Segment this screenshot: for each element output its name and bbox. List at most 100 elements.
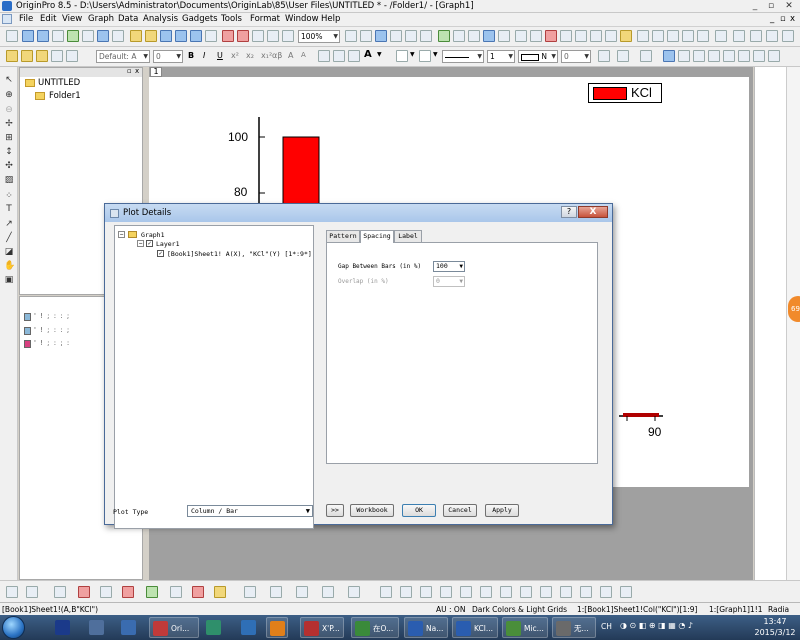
menu-edit[interactable]: Edit	[40, 14, 56, 24]
screen-reader-icon[interactable]: ⊞	[4, 133, 14, 143]
draw-data-icon[interactable]: ▨	[4, 175, 14, 185]
language-indicator[interactable]: CH	[601, 622, 612, 631]
menu-tools[interactable]: Tools	[221, 14, 242, 24]
taskbar-app6[interactable]	[238, 617, 260, 638]
open-excel-icon[interactable]	[160, 30, 172, 42]
greek-button[interactable]: αβ	[272, 51, 282, 60]
fill-color-icon[interactable]	[396, 50, 408, 62]
line-plot-icon[interactable]	[693, 50, 705, 62]
tree-plot[interactable]: [Book1]Sheet1! A(X), "KCl"(Y) [1*:9*]	[167, 250, 312, 258]
new-workbook-icon[interactable]	[22, 30, 34, 42]
font-select[interactable]: Default: A ▼	[96, 50, 150, 63]
arrow-tool-icon[interactable]: ↗	[4, 219, 14, 229]
symbol-size-select[interactable]: 0 ▼	[561, 50, 591, 63]
child-close-icon[interactable]: x	[790, 14, 795, 24]
taskbar-app5[interactable]	[203, 617, 225, 638]
open-icon[interactable]	[130, 30, 142, 42]
hand-tool-icon[interactable]: ✋	[4, 261, 15, 271]
ungroup-objects-icon[interactable]	[460, 586, 472, 598]
add-app-icon[interactable]	[515, 30, 527, 42]
ungroup-icon[interactable]	[617, 50, 629, 62]
gap-combo[interactable]: 100 ▼	[433, 261, 465, 272]
line-tool-icon[interactable]: ╱	[4, 233, 14, 243]
project-folder[interactable]: Folder1	[49, 91, 81, 101]
tab-label[interactable]: Label	[394, 230, 422, 242]
duplicate-icon[interactable]	[375, 30, 387, 42]
superscript-button[interactable]: x²	[231, 51, 239, 60]
new-layout-icon[interactable]	[97, 30, 109, 42]
new-notes-icon[interactable]	[112, 30, 124, 42]
close-icon[interactable]: ✕	[782, 1, 796, 11]
left-align-icon[interactable]	[318, 50, 330, 62]
arrange-icon[interactable]	[667, 30, 679, 42]
bar-kcl-small[interactable]	[623, 413, 659, 417]
distribute-icon[interactable]	[322, 586, 334, 598]
menu-format[interactable]: Format	[250, 14, 280, 24]
stat-plot-icon[interactable]	[768, 50, 780, 62]
import-wizard-icon[interactable]	[252, 30, 264, 42]
tree-graph[interactable]: Graph1	[141, 231, 164, 239]
panel-restore-icon[interactable]: ▫	[127, 67, 132, 75]
data-selector-icon[interactable]: ✣	[4, 161, 14, 171]
save-window-icon[interactable]	[190, 30, 202, 42]
new-workbook-icon-2[interactable]	[560, 30, 572, 42]
table-icon[interactable]	[640, 50, 652, 62]
tree-layer[interactable]: Layer1	[156, 240, 179, 248]
save-project-icon[interactable]	[175, 30, 187, 42]
workbook-button[interactable]: Workbook	[350, 504, 394, 517]
vertical-scrollbar[interactable]	[786, 67, 800, 580]
font-size-select[interactable]: 0 ▼	[153, 50, 183, 63]
layer-icon[interactable]	[637, 30, 649, 42]
same-height-icon[interactable]	[500, 586, 512, 598]
import-multiple-icon[interactable]	[237, 30, 249, 42]
more-icon[interactable]	[782, 30, 794, 42]
menu-graph[interactable]: Graph	[88, 14, 114, 24]
collapse-icon[interactable]: −	[137, 240, 144, 247]
save-template-icon[interactable]	[205, 30, 217, 42]
3d-icon[interactable]	[214, 586, 226, 598]
cancel-button[interactable]: Cancel	[443, 504, 477, 517]
taskbar-photoshop[interactable]	[52, 617, 74, 638]
line-width-select[interactable]: 1 ▼	[487, 50, 515, 63]
align-icon[interactable]	[296, 586, 308, 598]
line-color-dropdown-icon[interactable]: ▼	[433, 51, 438, 58]
list-item[interactable]: ' ! ; : : ;	[34, 326, 70, 334]
scale-icon[interactable]: ✢	[4, 119, 14, 129]
add-legend-icon[interactable]	[21, 50, 33, 62]
notification-badge[interactable]: 69	[788, 296, 800, 322]
right-align-icon[interactable]	[348, 50, 360, 62]
italic-button[interactable]: I	[203, 51, 205, 60]
line-icon[interactable]	[6, 586, 18, 598]
pie-icon[interactable]	[146, 586, 158, 598]
new-graph-icon-2[interactable]	[575, 30, 587, 42]
apply-button[interactable]: Apply	[485, 504, 519, 517]
add-text-icon[interactable]	[6, 50, 18, 62]
overlap-combo[interactable]: 0 ▼	[433, 276, 465, 287]
legend[interactable]: KCl	[588, 83, 662, 103]
minimize-icon[interactable]: _	[748, 1, 762, 11]
symbol-plot-icon[interactable]	[708, 50, 720, 62]
taskbar-origin[interactable]: Ori...	[149, 617, 199, 638]
bold-button[interactable]: B	[188, 51, 194, 60]
taskbar-xp[interactable]: X'P...	[300, 617, 344, 638]
pie-plot-icon[interactable]	[753, 50, 765, 62]
child-minimize-icon[interactable]: _	[770, 14, 774, 24]
taskbar-word1[interactable]: Na...	[404, 617, 448, 638]
bar-icon[interactable]	[122, 586, 134, 598]
new-folder-icon[interactable]	[420, 30, 432, 42]
recalculate-icon[interactable]	[267, 30, 279, 42]
taskbar-app6b[interactable]	[266, 617, 288, 638]
underline-button[interactable]: U	[217, 51, 223, 60]
group-icon[interactable]	[598, 50, 610, 62]
dialog-close-button[interactable]: X	[578, 206, 608, 218]
flip-icon[interactable]	[420, 586, 432, 598]
clock-date[interactable]: 2015/3/12	[750, 628, 800, 637]
menu-window[interactable]: Window	[285, 14, 319, 24]
top-align-obj-icon[interactable]	[580, 586, 592, 598]
list-item[interactable]: ' ! ; : : ;	[34, 312, 70, 320]
left-align-obj-icon[interactable]	[540, 586, 552, 598]
bottom-align-obj-icon[interactable]	[600, 586, 612, 598]
refresh-icon[interactable]	[360, 30, 372, 42]
layer-checkbox[interactable]: ✓	[146, 240, 153, 247]
add-date-icon[interactable]	[36, 50, 48, 62]
